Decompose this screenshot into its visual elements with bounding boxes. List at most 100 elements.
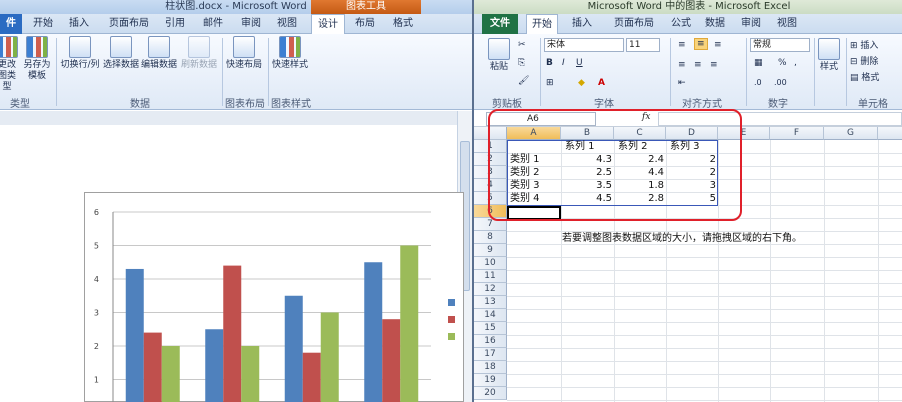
increase-decimal-icon[interactable]: .0 [754,78,762,87]
tab-view[interactable]: 视图 [772,14,802,34]
row-header-16[interactable]: 16 [474,335,507,348]
column-header-h[interactable] [878,127,902,140]
fill-color-icon[interactable]: ◆ [578,78,585,88]
tab-file[interactable]: 文件 [482,14,518,34]
tab-home[interactable]: 开始 [526,14,558,35]
insert-cells-button[interactable]: ⊞ 插入 [850,38,878,51]
edit-data-button[interactable]: 编辑数据 [140,36,178,71]
tab-data[interactable]: 数据 [700,14,730,34]
currency-icon[interactable]: ▦ [754,58,763,68]
group-label-type: 类型 [10,99,30,110]
group-label-cells: 单元格 [858,99,888,110]
select-data-button[interactable]: 选择数据 [102,36,140,71]
delete-cells-button[interactable]: ⊟ 删除 [850,54,878,67]
row-header-13[interactable]: 13 [474,296,507,309]
y-tick-label: 5 [94,242,99,251]
word-ribbon: 更改 图类型 另存为 模板 切换行/列 选择数据 编辑数据 刷新数据 快速布局 … [0,34,472,110]
number-format-select[interactable]: 常规 [750,38,810,52]
grid-line [507,322,902,323]
align-left-icon[interactable]: ≡ [678,60,686,70]
font-color-icon[interactable]: A [598,78,605,88]
quick-styles-button[interactable]: 快速样式 [270,36,310,71]
decrease-decimal-icon[interactable]: .00 [774,78,787,87]
row-header-8[interactable]: 8 [474,231,507,244]
tab-file[interactable]: 件 [0,14,22,34]
bar-2-3 [302,352,321,402]
y-tick-label: 3 [94,309,99,318]
bar-1-3 [284,295,303,402]
border-icon[interactable]: ⊞ [546,78,554,88]
excel-ribbon: 粘贴 ✂ ⎘ 🖌 宋体 11 B I U ⊞ ◆ A ≡ ≡ ≡ ≡ ≡ ≡ ⇤… [474,34,902,110]
template-icon [26,36,48,58]
align-center-icon[interactable]: ≡ [694,60,702,70]
tab-review[interactable]: 审阅 [236,14,266,34]
save-as-template-button[interactable]: 另存为 模板 [22,36,52,82]
group-separator [814,38,815,106]
tab-design[interactable]: 设计 [311,14,345,35]
tab-mailings[interactable]: 邮件 [198,14,228,34]
italic-icon[interactable]: I [562,58,565,68]
row-header-9[interactable]: 9 [474,244,507,257]
embedded-chart[interactable]: 6 5 4 3 2 1 [84,192,464,402]
tab-format[interactable]: 格式 [388,14,418,34]
row-header-10[interactable]: 10 [474,257,507,270]
group-separator [746,38,747,106]
row-header-15[interactable]: 15 [474,322,507,335]
copy-icon[interactable]: ⎘ [518,58,525,68]
grid-line [878,140,879,402]
quick-layout-button[interactable]: 快速布局 [224,36,264,71]
tab-page-layout[interactable]: 页面布局 [606,14,662,34]
grid-line [507,270,902,271]
bar-3-3 [320,312,339,402]
align-middle-icon[interactable]: ≡ [694,38,708,50]
indent-icon[interactable]: ⇤ [678,78,686,88]
row-header-18[interactable]: 18 [474,361,507,374]
percent-icon[interactable]: % [778,58,787,68]
tab-references[interactable]: 引用 [160,14,190,34]
align-top-icon[interactable]: ≡ [678,40,686,50]
change-chart-type-button[interactable]: 更改 图类型 [0,36,20,93]
align-right-icon[interactable]: ≡ [710,60,718,70]
grid-line [507,374,902,375]
grid-line [507,361,902,362]
switch-row-column-button[interactable]: 切换行/列 [58,36,102,71]
row-header-17[interactable]: 17 [474,348,507,361]
tab-review[interactable]: 审阅 [736,14,766,34]
tab-page-layout[interactable]: 页面布局 [104,14,154,34]
format-painter-icon[interactable]: 🖌 [518,76,529,86]
row-header-12[interactable]: 12 [474,283,507,296]
comma-icon[interactable]: , [794,58,797,68]
grid-line [507,257,902,258]
tab-insert[interactable]: 插入 [64,14,94,34]
align-bottom-icon[interactable]: ≡ [714,40,722,50]
cut-icon[interactable]: ✂ [518,40,526,50]
grid-line [507,283,902,284]
tab-layout[interactable]: 布局 [350,14,380,34]
bar-2-4 [382,319,401,402]
highlight-annotation [488,109,742,221]
column-header-f[interactable]: F [770,127,824,140]
tab-formulas[interactable]: 公式 [666,14,696,34]
excel-window: Microsoft Word 中的图表 - Microsoft Excel 文件… [472,0,902,402]
row-header-19[interactable]: 19 [474,374,507,387]
tab-home[interactable]: 开始 [28,14,58,34]
grid-line [507,400,902,401]
bar-1-2 [205,329,224,402]
format-cells-button[interactable]: ▤ 格式 [850,70,879,83]
paste-button[interactable]: 粘贴 [484,38,514,73]
row-header-20[interactable]: 20 [474,387,507,400]
tab-insert[interactable]: 插入 [566,14,598,34]
styles-button[interactable]: 样式 [816,38,842,73]
font-name-select[interactable]: 宋体 [544,38,624,52]
tab-view[interactable]: 视图 [272,14,302,34]
group-label-chart-styles: 图表样式 [271,99,311,110]
column-header-g[interactable]: G [824,127,878,140]
underline-icon[interactable]: U [576,58,583,68]
font-size-select[interactable]: 11 [626,38,660,52]
bar-1-1 [125,268,144,402]
y-tick-label: 4 [94,275,99,284]
row-header-11[interactable]: 11 [474,270,507,283]
row-header-14[interactable]: 14 [474,309,507,322]
refresh-data-button[interactable]: 刷新数据 [180,36,218,71]
bold-icon[interactable]: B [546,58,553,68]
